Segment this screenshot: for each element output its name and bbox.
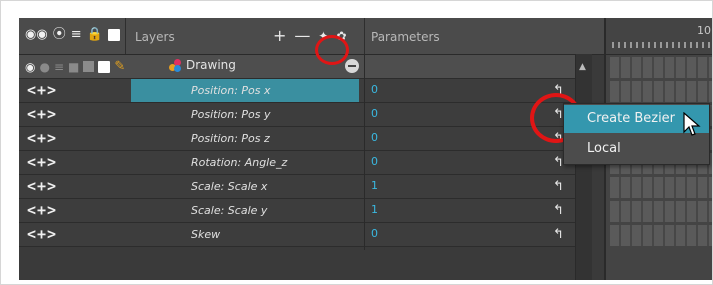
timeline-ruler[interactable] bbox=[612, 42, 713, 48]
onion-skin-icon[interactable]: ◉ bbox=[25, 60, 35, 74]
keyframe-nav-arrows[interactable]: <+> bbox=[27, 201, 57, 219]
timeline-row[interactable] bbox=[610, 57, 713, 78]
parameter-label: Position: Pos y bbox=[191, 108, 271, 121]
keyframe-nav-arrows[interactable]: <+> bbox=[27, 177, 57, 195]
vertical-scrollbar[interactable]: ▲ bbox=[575, 54, 592, 280]
parameter-label: Position: Pos z bbox=[191, 132, 270, 145]
scroll-up-icon[interactable]: ▲ bbox=[579, 62, 586, 72]
annotation-circle bbox=[315, 35, 349, 65]
timeline-grid[interactable] bbox=[604, 55, 713, 280]
color-swatch-icon[interactable] bbox=[107, 29, 120, 41]
mouse-cursor-icon bbox=[683, 112, 701, 136]
drawing-layer-label: Drawing bbox=[186, 58, 236, 72]
parameter-name[interactable]: Position: Pos z bbox=[131, 127, 359, 150]
parameter-value[interactable]: 1 bbox=[371, 203, 378, 216]
header-divider bbox=[125, 18, 126, 54]
color-swatch-icon[interactable] bbox=[98, 60, 111, 73]
function-curve-icon[interactable]: ↰ bbox=[553, 179, 564, 194]
parameter-name[interactable]: Scale: Scale y bbox=[131, 199, 359, 222]
keyframe-nav-arrows[interactable]: <+> bbox=[27, 81, 57, 99]
layer-toggle-icons: ◉◉ ⦿ ≡ 🔒 bbox=[25, 28, 120, 42]
drawing-layer-toggles: ◉ ● ≡ ■ ✎ bbox=[25, 59, 125, 74]
drawing-layer-name: Drawing bbox=[169, 58, 236, 72]
parameter-name[interactable]: Scale: Scale x bbox=[131, 175, 359, 198]
keyframe-nav-arrows[interactable]: <+> bbox=[27, 153, 57, 171]
add-layer-icon[interactable]: + bbox=[273, 26, 286, 45]
empty-layer-area bbox=[19, 250, 575, 280]
lock-icon[interactable]: 🔒 bbox=[87, 28, 103, 42]
parameter-name[interactable]: Skew bbox=[131, 223, 359, 246]
visibility-icon[interactable]: ⦿ bbox=[53, 28, 66, 42]
visibility-icon[interactable]: ● bbox=[39, 60, 49, 74]
header-divider bbox=[364, 18, 365, 54]
remove-layer-icon[interactable]: — bbox=[294, 26, 310, 45]
lock-icon[interactable]: ■ bbox=[68, 60, 79, 74]
table-row[interactable]: <+> Skew 0 ↰ bbox=[19, 223, 575, 247]
panel-header: ◉◉ ⦿ ≡ 🔒 Layers + — ✦ ✿ Parameters 10 bbox=[19, 18, 713, 55]
drawing-layer-icon bbox=[169, 58, 182, 72]
parameter-value[interactable]: 0 bbox=[371, 131, 378, 144]
keyframe-nav-arrows[interactable]: <+> bbox=[27, 225, 57, 243]
table-row[interactable]: <+> Scale: Scale x 1 ↰ bbox=[19, 175, 575, 199]
table-row[interactable]: <+> Position: Pos y 0 ↰ bbox=[19, 103, 575, 127]
parameter-value[interactable]: 0 bbox=[371, 107, 378, 120]
timeline-row[interactable] bbox=[610, 225, 713, 246]
timeline-header: 10 bbox=[604, 18, 713, 54]
table-row[interactable]: <+> Position: Pos x 0 ↰ bbox=[19, 79, 575, 103]
parameter-label: Scale: Scale y bbox=[191, 204, 268, 217]
drawing-layer-row[interactable]: ◉ ● ≡ ■ ✎ Drawing bbox=[19, 55, 575, 79]
parameter-value[interactable]: 0 bbox=[371, 83, 378, 96]
pencil-icon[interactable]: ✎ bbox=[114, 59, 125, 74]
timeline-row[interactable] bbox=[610, 201, 713, 222]
menu-item-local[interactable]: Local bbox=[564, 135, 709, 163]
parameters-label: Parameters bbox=[371, 30, 440, 44]
parameter-value[interactable]: 0 bbox=[371, 155, 378, 168]
parameter-name[interactable]: Position: Pos x bbox=[131, 79, 359, 102]
stack-icon[interactable]: ≡ bbox=[54, 60, 64, 74]
layers-label: Layers bbox=[135, 30, 175, 44]
parameter-value[interactable]: 0 bbox=[371, 227, 378, 240]
color-swatch-icon[interactable] bbox=[83, 61, 95, 72]
onion-skin-icon[interactable]: ◉◉ bbox=[25, 28, 48, 42]
keyframe-nav-arrows[interactable]: <+> bbox=[27, 105, 57, 123]
parameter-name[interactable]: Rotation: Angle_z bbox=[131, 151, 359, 174]
stack-icon[interactable]: ≡ bbox=[71, 28, 82, 42]
parameter-label: Skew bbox=[191, 228, 221, 241]
table-row[interactable]: <+> Rotation: Angle_z 0 ↰ bbox=[19, 151, 575, 175]
function-curve-icon[interactable]: ↰ bbox=[553, 203, 564, 218]
parameter-label: Scale: Scale x bbox=[191, 180, 268, 193]
parameter-value[interactable]: 1 bbox=[371, 179, 378, 192]
table-row[interactable]: <+> Scale: Scale y 1 ↰ bbox=[19, 199, 575, 223]
parameter-name[interactable]: Position: Pos y bbox=[131, 103, 359, 126]
collapse-icon[interactable] bbox=[345, 59, 359, 73]
parameter-label: Rotation: Angle_z bbox=[191, 156, 288, 169]
timeline-row[interactable] bbox=[610, 177, 713, 198]
column-divider bbox=[364, 54, 365, 250]
table-row[interactable]: <+> Position: Pos z 0 ↰ bbox=[19, 127, 575, 151]
keyframe-nav-arrows[interactable]: <+> bbox=[27, 129, 57, 147]
frame-number: 10 bbox=[697, 24, 711, 37]
timeline-row[interactable] bbox=[610, 81, 713, 102]
function-curve-icon[interactable]: ↰ bbox=[553, 227, 564, 242]
parameter-label: Position: Pos x bbox=[191, 84, 271, 97]
